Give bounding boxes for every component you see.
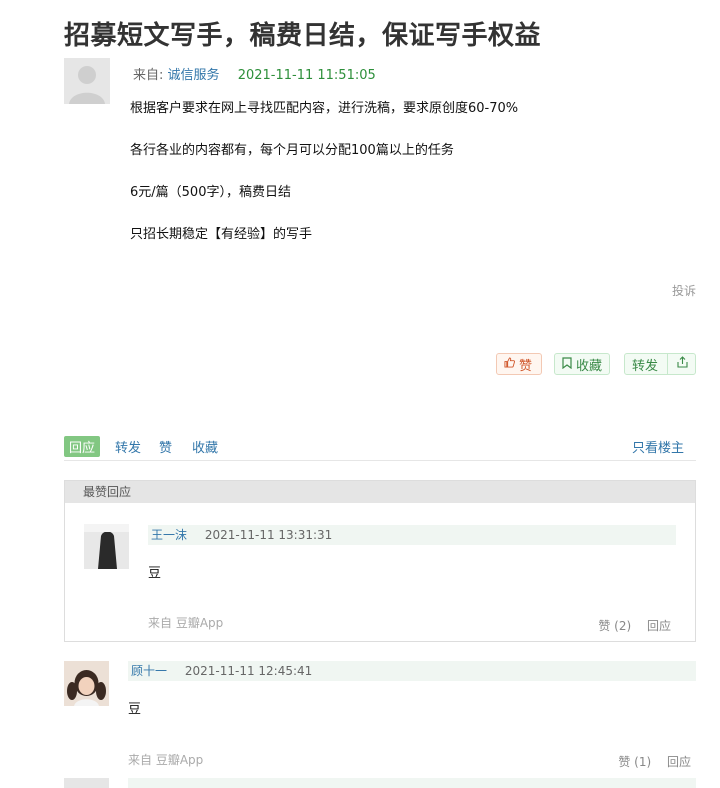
comment-actions: 赞 (1) 回应 — [618, 753, 691, 770]
tab-like[interactable]: 赞 — [159, 437, 172, 456]
comment-text: 豆 — [148, 566, 162, 581]
op-only-link[interactable]: 只看楼主 — [632, 437, 684, 456]
tab-repost[interactable]: 转发 — [115, 437, 141, 456]
author-avatar[interactable] — [64, 58, 110, 104]
body-line: 只招长期稳定【有经验】的写手 — [130, 227, 313, 242]
user-photo-icon — [84, 524, 129, 569]
bookmark-icon — [562, 356, 572, 372]
comment-source: 来自 豆瓣App — [128, 753, 204, 767]
comment-user-link[interactable]: 王一沫 — [151, 528, 187, 542]
app-link[interactable]: 豆瓣App — [156, 753, 203, 767]
tab-reply[interactable]: 回应 — [64, 436, 101, 457]
from-label: 来自: — [133, 68, 164, 83]
page-title: 招募短文写手，稿费日结，保证写手权益 — [64, 21, 542, 51]
comment-user-link[interactable]: 顾十一 — [131, 664, 167, 678]
comment-like-link[interactable]: 赞 (2) — [598, 619, 631, 633]
comment-time: 2021-11-11 13:31:31 — [204, 528, 333, 542]
share-label: 转发 — [632, 358, 659, 374]
comment-time: 2021-11-11 12:45:41 — [184, 664, 313, 678]
avatar[interactable] — [64, 778, 109, 788]
tab-collect[interactable]: 收藏 — [192, 437, 218, 456]
comment-tabs: 回应 转发 赞 收藏 只看楼主 — [64, 436, 696, 461]
avatar[interactable] — [64, 661, 109, 706]
body-line: 根据客户要求在网上寻找匹配内容，进行洗稿，要求原创度60-70% — [130, 101, 519, 116]
comment-actions: 赞 (2) 回应 — [598, 617, 671, 634]
post-time: 2021-11-11 11:51:05 — [237, 68, 376, 83]
author-link[interactable]: 诚信服务 — [168, 68, 220, 83]
body-line: 6元/篇（500字），稿费日结 — [130, 185, 291, 200]
comment-meta: 王一沫 2021-11-11 13:31:31 — [148, 525, 676, 545]
best-replies-heading: 最赞回应 — [65, 481, 695, 503]
comment-meta — [128, 778, 696, 788]
user-photo-icon — [64, 661, 109, 706]
post-meta: 来自: 诚信服务 2021-11-11 11:51:05 — [133, 64, 376, 83]
thumbs-up-icon — [504, 357, 515, 371]
comment-like-link[interactable]: 赞 (1) — [618, 755, 651, 769]
collect-button[interactable]: 收藏 — [554, 353, 610, 375]
default-avatar-icon — [64, 58, 110, 104]
report-link[interactable]: 投诉 — [672, 282, 696, 299]
like-button[interactable]: 赞 — [496, 353, 542, 375]
body-line: 各行各业的内容都有，每个月可以分配100篇以上的任务 — [130, 143, 454, 158]
collect-label: 收藏 — [576, 358, 603, 374]
share-button[interactable]: 转发 — [624, 353, 696, 375]
best-replies-box: 最赞回应 王一沫 2021-11-11 13:31:31 豆 来自 豆瓣App … — [64, 480, 696, 642]
share-upload-icon[interactable] — [677, 356, 688, 372]
avatar[interactable] — [84, 524, 129, 569]
comment-text: 豆 — [128, 702, 142, 717]
comment-reply-link[interactable]: 回应 — [667, 755, 691, 769]
comment-source: 来自 豆瓣App — [148, 616, 224, 630]
comment-reply-link[interactable]: 回应 — [647, 619, 671, 633]
like-label: 赞 — [519, 358, 533, 374]
app-link[interactable]: 豆瓣App — [176, 616, 223, 630]
comment-meta: 顾十一 2021-11-11 12:45:41 — [128, 661, 696, 681]
